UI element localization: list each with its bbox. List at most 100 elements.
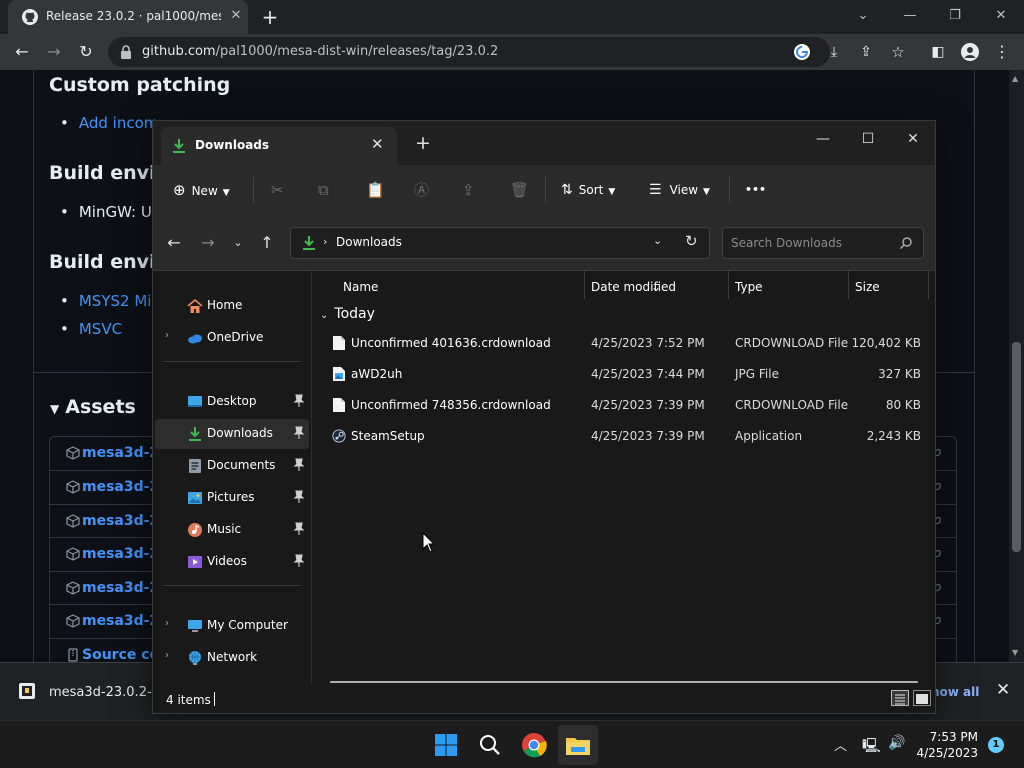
new-button[interactable]: ⊕ New ▼ (173, 178, 230, 202)
search-icon[interactable] (474, 729, 506, 761)
refresh-icon[interactable]: ↻ (685, 232, 698, 250)
column-separator[interactable] (584, 271, 585, 299)
breadcrumb-chevron-icon[interactable]: › (323, 235, 327, 248)
sidebar-item-videos[interactable]: Videos (155, 547, 309, 577)
explorer-new-tab-button[interactable]: + (415, 133, 431, 153)
pin-icon[interactable] (293, 522, 305, 536)
search-box[interactable] (722, 227, 924, 259)
close-shelf-icon[interactable]: ✕ (996, 680, 1010, 700)
sort-button[interactable]: ⇅ Sort ▼ (561, 178, 615, 202)
pin-icon[interactable] (293, 490, 305, 504)
scroll-up-icon[interactable]: ▲ (1012, 74, 1018, 83)
maximize-icon[interactable]: ☐ (853, 129, 883, 149)
share-icon[interactable]: ⇪ (854, 40, 878, 64)
msys2-link[interactable]: MSYS2 Mi (79, 292, 152, 310)
network-status-icon[interactable]: 🖳 (862, 735, 881, 759)
sidebar-item-pictures[interactable]: Pictures (155, 483, 309, 513)
volume-icon[interactable]: 🔊 (888, 735, 905, 751)
profile-avatar-icon[interactable] (958, 40, 982, 64)
sidebar-item-music[interactable]: Music (155, 515, 309, 545)
sidebar-item-documents[interactable]: Documents (155, 451, 309, 481)
chrome-icon[interactable] (518, 729, 550, 761)
paste-icon[interactable]: 📋 (366, 178, 385, 202)
assets-toggle[interactable]: ▼ Assets (50, 396, 136, 418)
expand-chevron-icon[interactable]: › (165, 618, 169, 629)
column-separator[interactable] (728, 271, 729, 299)
copy-icon[interactable]: ⧉ (318, 178, 329, 202)
expand-chevron-icon[interactable]: › (165, 330, 169, 341)
pin-icon[interactable] (293, 554, 305, 568)
side-panel-icon[interactable]: ◧ (926, 40, 950, 64)
more-options-icon[interactable]: ••• (745, 178, 766, 202)
breadcrumb-downloads[interactable]: Downloads (336, 235, 402, 249)
column-header-size[interactable]: Size (855, 280, 880, 294)
tab-close-icon[interactable]: ✕ (371, 135, 384, 153)
cut-icon[interactable]: ✂ (271, 178, 284, 202)
download-filename[interactable]: mesa3d-23.0.2-rel (49, 685, 168, 700)
scroll-down-icon[interactable]: ▼ (1012, 648, 1018, 657)
sidebar-item-onedrive[interactable]: › OneDrive (155, 323, 309, 353)
column-separator[interactable] (928, 271, 929, 299)
sidebar-item-network[interactable]: › Network (155, 643, 309, 673)
minimize-icon[interactable]: — (808, 129, 838, 149)
back-arrow-icon[interactable]: ← (10, 40, 34, 64)
tab-close-icon[interactable]: ✕ (226, 6, 246, 26)
collapse-chevron-icon[interactable]: ⌄ (320, 310, 328, 321)
column-separator[interactable] (848, 271, 849, 299)
file-explorer-icon[interactable] (562, 729, 594, 761)
tray-overflow-chevron-icon[interactable]: ︿ (834, 735, 847, 754)
close-window-icon[interactable]: ✕ (898, 129, 928, 149)
up-arrow-icon[interactable]: ↑ (256, 233, 278, 253)
recent-locations-chevron-icon[interactable]: ⌄ (227, 233, 249, 253)
pin-icon[interactable] (293, 394, 305, 408)
share-icon[interactable]: ⇪ (462, 178, 475, 202)
scroll-thumb[interactable] (1012, 342, 1021, 552)
forward-arrow-icon[interactable]: → (197, 233, 219, 253)
column-header-name[interactable]: Name (343, 280, 378, 294)
tiles-view-icon[interactable] (913, 690, 931, 706)
column-header-type[interactable]: Type (735, 280, 763, 294)
file-row[interactable]: Unconfirmed 748356.crdownload 4/25/2023 … (320, 390, 930, 420)
file-row[interactable]: Unconfirmed 401636.crdownload 4/25/2023 … (320, 328, 930, 358)
forward-arrow-icon[interactable]: → (42, 40, 66, 64)
pin-icon[interactable] (293, 458, 305, 472)
file-row[interactable]: SteamSetup 4/25/2023 7:39 PM Application… (320, 421, 930, 451)
address-bar[interactable]: github.com/pal1000/mesa-dist-win/release… (108, 37, 830, 67)
notification-badge[interactable]: 1 (988, 737, 1004, 753)
sidebar-item-downloads[interactable]: Downloads (155, 419, 309, 449)
show-all-link[interactable]: how all (931, 685, 979, 699)
details-view-icon[interactable] (891, 690, 909, 706)
expand-chevron-icon[interactable]: › (165, 650, 169, 661)
page-scrollbar[interactable]: ▲ ▼ (1009, 70, 1024, 662)
delete-icon[interactable]: 🗑 (510, 178, 529, 202)
install-icon[interactable]: ⤓ (822, 40, 846, 64)
restore-icon[interactable]: ❐ (942, 3, 968, 29)
system-clock[interactable]: 7:53 PM 4/25/2023 (912, 729, 978, 761)
back-arrow-icon[interactable]: ← (163, 233, 185, 253)
explorer-address-bar[interactable]: › Downloads ⌄ ↻ (290, 227, 710, 259)
close-window-icon[interactable]: ✕ (988, 3, 1014, 29)
menu-kebab-icon[interactable]: ⋮ (990, 40, 1014, 64)
pin-icon[interactable] (293, 426, 305, 440)
rename-icon[interactable]: Ⓐ (414, 178, 429, 202)
search-input[interactable] (731, 234, 891, 252)
browser-tab[interactable]: Release 23.0.2 · pal1000/mesa-dist-win ✕ (8, 0, 248, 34)
new-tab-button[interactable]: + (258, 5, 282, 29)
msvc-link[interactable]: MSVC (79, 320, 122, 338)
minimize-icon[interactable]: — (897, 3, 923, 29)
group-header-today[interactable]: ⌄ Today (320, 306, 375, 322)
sidebar-item-home[interactable]: Home (155, 291, 309, 321)
tab-search-icon[interactable]: ⌄ (850, 3, 876, 29)
file-row[interactable]: aWD2uh 4/25/2023 7:44 PM JPG File 327 KB (320, 359, 930, 389)
address-dropdown-icon[interactable]: ⌄ (653, 234, 662, 247)
sidebar-item-my-computer[interactable]: › My Computer (155, 611, 309, 641)
google-icon[interactable] (790, 40, 814, 64)
sidebar-item-desktop[interactable]: Desktop (155, 387, 309, 417)
bookmark-star-icon[interactable]: ☆ (886, 40, 910, 64)
column-header-date[interactable]: Date modified (591, 280, 676, 294)
view-button[interactable]: ☰ View ▼ (649, 178, 710, 202)
windows-start-icon[interactable] (430, 729, 462, 761)
reload-icon[interactable]: ↻ (74, 40, 98, 64)
patch-link[interactable]: Add incom (79, 114, 159, 132)
explorer-tab[interactable]: Downloads ✕ (161, 127, 397, 165)
